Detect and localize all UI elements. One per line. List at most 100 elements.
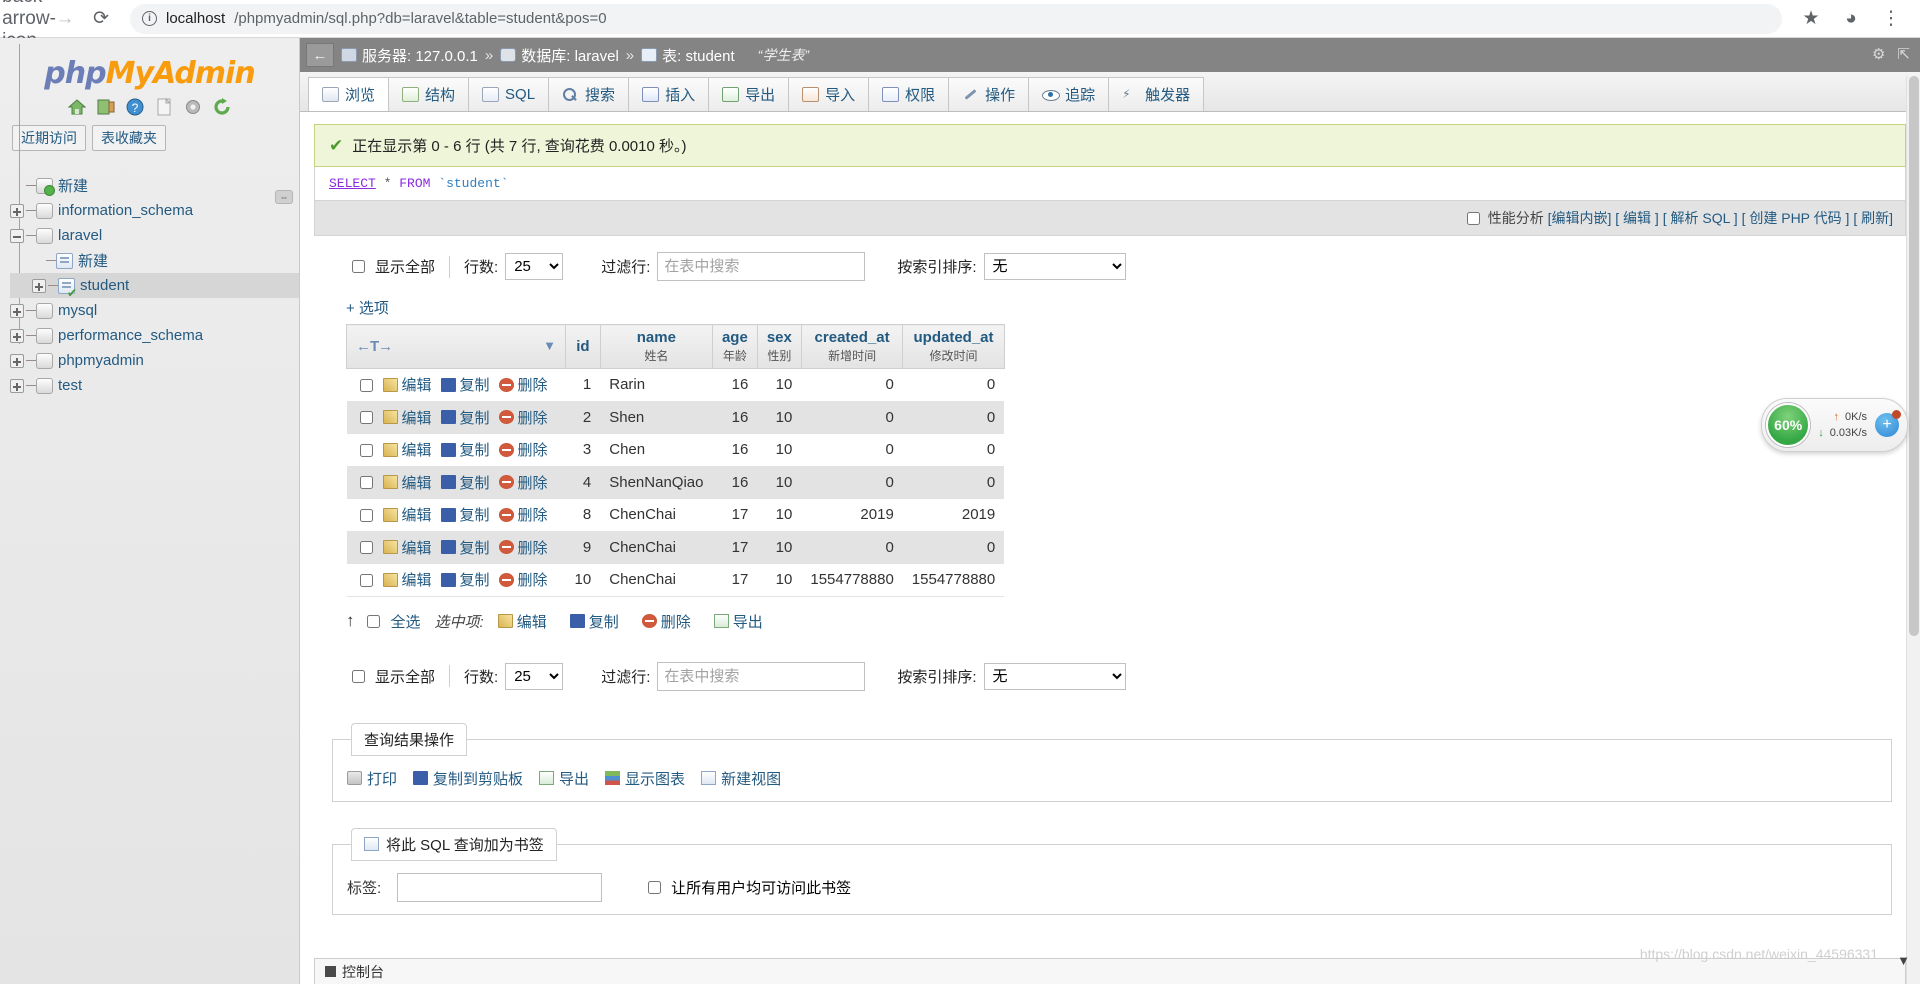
address-bar[interactable]: i localhost/phpmyadmin/sql.php?db=larave… — [130, 4, 1782, 34]
settings-icon[interactable] — [183, 97, 203, 117]
table-row[interactable]: 编辑复制删除3Chen161000 — [347, 434, 1005, 467]
row-edit-link[interactable]: 编辑 — [383, 504, 432, 525]
bulk-copy-button[interactable]: 复制 — [570, 611, 619, 632]
sort-control-header[interactable]: ←T→ ▼ — [347, 325, 566, 369]
profiling-checkbox[interactable] — [1467, 212, 1480, 225]
recent-access-button[interactable]: 近期访问 — [12, 125, 86, 151]
print-link[interactable]: 打印 — [347, 768, 397, 789]
tree-item-information-schema[interactable]: information_schema — [10, 198, 299, 223]
row-copy-link[interactable]: 复制 — [441, 472, 490, 493]
breadcrumb-database[interactable]: 数据库: laravel — [500, 45, 619, 66]
server-exit-icon[interactable] — [96, 97, 116, 117]
expand-icon[interactable] — [10, 204, 24, 218]
row-select-checkbox[interactable] — [360, 444, 373, 457]
executed-sql-query[interactable]: SELECT * FROM `student` — [314, 167, 1906, 201]
sort-by-index-select-bottom[interactable]: 无 — [984, 663, 1126, 690]
row-delete-link[interactable]: 删除 — [499, 504, 548, 525]
bulk-edit-button[interactable]: 编辑 — [498, 611, 547, 632]
tab-import[interactable]: 导入 — [788, 77, 869, 111]
tree-item-new-database[interactable]: 新建 — [10, 173, 299, 198]
row-select-checkbox[interactable] — [360, 509, 373, 522]
row-edit-link[interactable]: 编辑 — [383, 374, 432, 395]
help-icon[interactable]: ? — [125, 97, 145, 117]
refresh-icon[interactable] — [212, 97, 232, 117]
show-chart-link[interactable]: 显示图表 — [605, 768, 685, 789]
expand-icon[interactable] — [10, 354, 24, 368]
edit-link[interactable]: [ 编辑 ] — [1615, 210, 1659, 226]
profile-avatar-icon[interactable]: ◕ — [1836, 4, 1866, 34]
tab-export[interactable]: 导出 — [708, 77, 789, 111]
export-link[interactable]: 导出 — [539, 768, 589, 789]
row-delete-link[interactable]: 删除 — [499, 569, 548, 590]
page-scrollbar[interactable] — [1906, 76, 1920, 984]
bookmark-star-icon[interactable]: ★ — [1796, 4, 1826, 34]
table-row[interactable]: 编辑复制删除4ShenNanQiao161000 — [347, 466, 1005, 499]
gear-icon[interactable]: ⚙ — [1872, 45, 1885, 63]
options-toggle-link[interactable]: + 选项 — [314, 291, 1906, 324]
refresh-link[interactable]: [ 刷新] — [1853, 210, 1893, 226]
tree-item-new-table[interactable]: 新建 — [10, 248, 299, 273]
bulk-export-button[interactable]: 导出 — [714, 611, 763, 632]
browser-reload-button[interactable]: ⟳ — [86, 4, 116, 34]
filter-rows-input[interactable] — [657, 252, 865, 281]
filter-rows-input-bottom[interactable] — [657, 662, 865, 691]
row-edit-link[interactable]: 编辑 — [383, 439, 432, 460]
tab-search[interactable]: 搜索 — [548, 77, 629, 111]
expand-icon[interactable] — [10, 304, 24, 318]
browser-menu-icon[interactable]: ⋮ — [1876, 4, 1906, 34]
column-header-sex[interactable]: sex性别 — [757, 325, 801, 369]
network-speed-widget[interactable]: 60% ↑0K/s ↓0.03K/s + — [1761, 398, 1908, 452]
tab-triggers[interactable]: ⚡触发器 — [1108, 77, 1204, 111]
tab-browse[interactable]: 浏览 — [308, 77, 389, 111]
home-icon[interactable] — [67, 97, 87, 117]
create-view-link[interactable]: 新建视图 — [701, 768, 781, 789]
scrollbar-thumb[interactable] — [1909, 76, 1919, 636]
docs-icon[interactable] — [154, 97, 174, 117]
sort-by-index-select[interactable]: 无 — [984, 253, 1126, 280]
row-copy-link[interactable]: 复制 — [441, 569, 490, 590]
row-select-checkbox[interactable] — [360, 574, 373, 587]
favorite-tables-button[interactable]: 表收藏夹 — [92, 125, 166, 151]
row-delete-link[interactable]: 删除 — [499, 374, 548, 395]
row-select-checkbox[interactable] — [360, 476, 373, 489]
row-edit-link[interactable]: 编辑 — [383, 569, 432, 590]
expand-icon[interactable] — [32, 279, 46, 293]
tree-item-laravel[interactable]: laravel — [10, 223, 299, 248]
tree-item-student-table[interactable]: student — [10, 273, 299, 298]
tree-item-phpmyadmin[interactable]: phpmyadmin — [10, 348, 299, 373]
edit-inline-link[interactable]: [编辑内嵌] — [1548, 210, 1612, 226]
browser-forward-button[interactable]: → — [50, 4, 80, 34]
column-header-name[interactable]: name姓名 — [600, 325, 712, 369]
breadcrumb-table[interactable]: 表: student — [641, 45, 735, 66]
row-edit-link[interactable]: 编辑 — [383, 407, 432, 428]
tab-sql[interactable]: SQL — [468, 77, 549, 111]
row-copy-link[interactable]: 复制 — [441, 537, 490, 558]
row-delete-link[interactable]: 删除 — [499, 439, 548, 460]
full-texts-toggle-icon[interactable]: ←T→ — [356, 338, 392, 355]
row-edit-link[interactable]: 编辑 — [383, 472, 432, 493]
row-copy-link[interactable]: 复制 — [441, 407, 490, 428]
phpmyadmin-logo[interactable]: phpMyAdmin — [0, 46, 299, 95]
bulk-delete-button[interactable]: 删除 — [642, 611, 691, 632]
collapse-icon[interactable]: ⇱ — [1897, 45, 1910, 63]
create-php-code-link[interactable]: [ 创建 PHP 代码 ] — [1742, 210, 1850, 226]
table-row[interactable]: 编辑复制删除1Rarin161000 — [347, 369, 1005, 402]
select-all-label[interactable]: 全选 — [391, 611, 421, 632]
tab-privileges[interactable]: 权限 — [868, 77, 949, 111]
expand-icon[interactable] — [10, 379, 24, 393]
tab-operations[interactable]: 操作 — [948, 77, 1029, 111]
row-select-checkbox[interactable] — [360, 541, 373, 554]
table-row[interactable]: 编辑复制删除2Shen161000 — [347, 401, 1005, 434]
select-all-checkbox[interactable] — [367, 615, 380, 628]
show-all-checkbox-bottom[interactable] — [352, 670, 365, 683]
bookmark-share-checkbox[interactable] — [648, 881, 661, 894]
column-header-age[interactable]: age年龄 — [712, 325, 757, 369]
column-header-created-at[interactable]: created_at新增时间 — [801, 325, 902, 369]
rows-per-page-select[interactable]: 25 — [505, 253, 563, 280]
explain-sql-link[interactable]: [ 解析 SQL ] — [1663, 210, 1738, 226]
row-select-checkbox[interactable] — [360, 411, 373, 424]
column-header-updated-at[interactable]: updated_at修改时间 — [903, 325, 1004, 369]
speed-widget-expand-button[interactable]: + — [1875, 413, 1899, 437]
browser-back-button[interactable]: back-arrow-icon — [14, 4, 44, 34]
row-edit-link[interactable]: 编辑 — [383, 537, 432, 558]
